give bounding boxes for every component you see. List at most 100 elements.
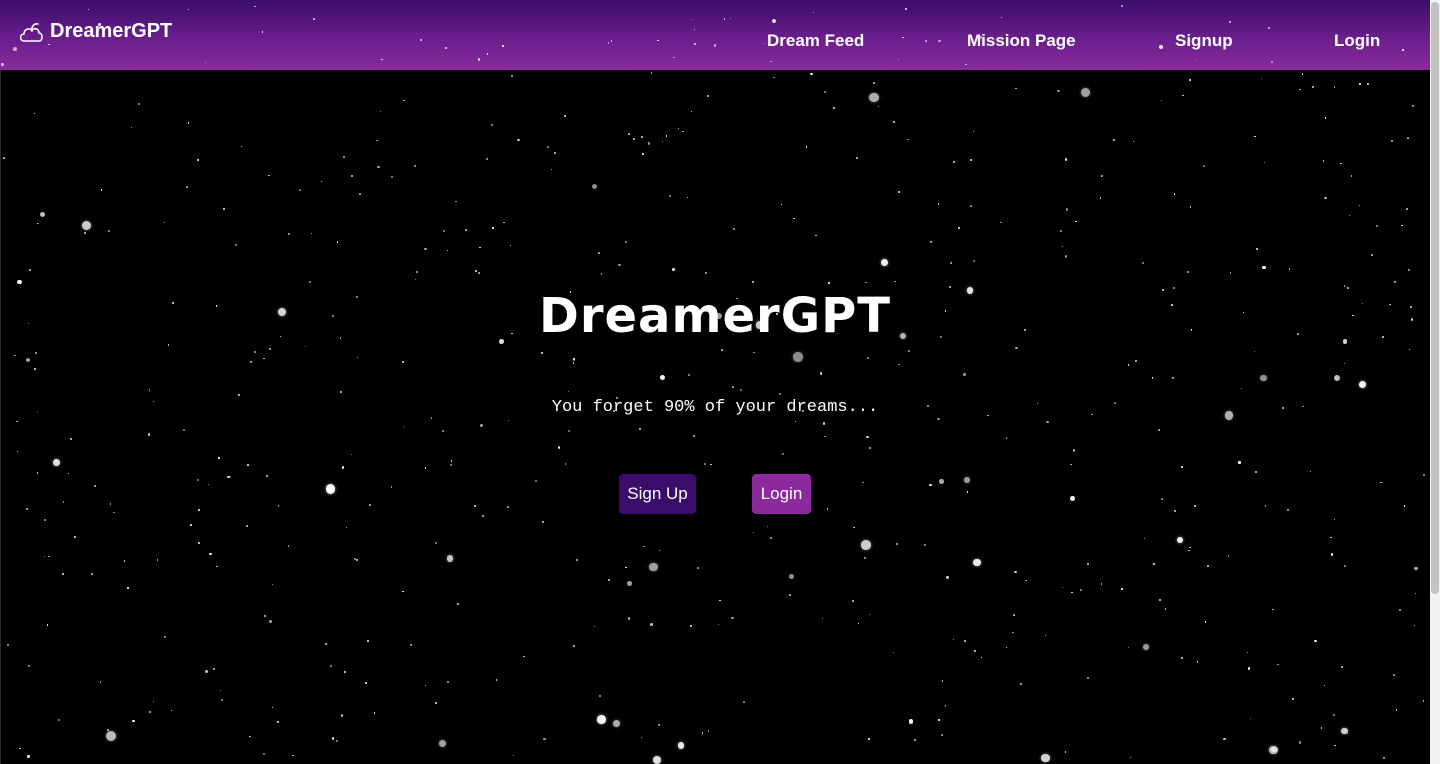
star: [1379, 481, 1382, 484]
star: [167, 344, 170, 346]
star: [970, 158, 973, 161]
vertical-scrollbar[interactable]: [1430, 0, 1440, 764]
star: [344, 671, 347, 674]
star: [557, 445, 560, 448]
star: [1164, 607, 1167, 610]
star: [351, 175, 354, 178]
star: [446, 250, 449, 252]
star: [1323, 684, 1326, 686]
star: [254, 351, 256, 353]
star: [246, 463, 249, 466]
star: [513, 755, 515, 757]
star: [1196, 661, 1199, 663]
star: [1127, 646, 1130, 649]
star: [1000, 221, 1002, 224]
star: [930, 241, 933, 244]
star: [492, 227, 494, 229]
star: [1128, 364, 1130, 366]
star: [1182, 94, 1184, 97]
star: [6, 644, 10, 647]
star: [272, 706, 274, 709]
star: [1406, 207, 1408, 210]
star: [1060, 230, 1062, 232]
star: [26, 508, 28, 510]
star: [196, 479, 200, 482]
star: [633, 138, 635, 140]
star: [693, 435, 696, 438]
star: [311, 232, 313, 235]
star: [62, 573, 65, 576]
star: [625, 566, 627, 569]
star: [823, 91, 826, 94]
star: [1301, 72, 1304, 75]
nav-login[interactable]: Login: [1334, 31, 1380, 51]
star: [1203, 165, 1205, 168]
star: [1070, 496, 1075, 501]
signup-button[interactable]: Sign Up: [619, 474, 696, 514]
star: [107, 229, 110, 233]
login-button[interactable]: Login: [752, 474, 811, 514]
star: [1334, 744, 1336, 747]
star: [1392, 673, 1395, 676]
star: [148, 389, 151, 392]
star: [1173, 509, 1176, 512]
star: [814, 234, 817, 237]
star: [701, 732, 704, 735]
star: [1207, 565, 1209, 567]
star: [123, 560, 126, 562]
star: [364, 682, 367, 685]
star: [339, 390, 342, 393]
star: [276, 720, 279, 723]
star: [1087, 563, 1090, 565]
nav-mission-page[interactable]: Mission Page: [967, 31, 1076, 51]
star: [770, 60, 772, 63]
starfield-background: [0, 0, 1430, 764]
star: [1065, 208, 1068, 211]
star: [534, 479, 537, 482]
star: [1181, 466, 1184, 469]
star: [94, 485, 97, 488]
star: [209, 552, 212, 555]
star: [367, 640, 370, 642]
star: [1414, 566, 1419, 571]
star: [1399, 608, 1402, 611]
star: [1141, 262, 1144, 264]
star: [1065, 158, 1068, 161]
star: [1320, 727, 1323, 729]
star: [105, 730, 116, 741]
star: [963, 476, 970, 483]
star: [341, 466, 344, 469]
star: [474, 505, 477, 507]
star: [1375, 224, 1378, 227]
star: [867, 357, 869, 359]
star: [325, 484, 336, 494]
star: [937, 418, 940, 421]
nav-dream-feed[interactable]: Dream Feed: [767, 31, 864, 51]
star: [308, 281, 311, 284]
scrollbar-thumb[interactable]: [1431, 2, 1439, 594]
star: [1333, 86, 1336, 89]
star: [853, 526, 855, 528]
star: [826, 508, 829, 511]
star: [478, 271, 481, 274]
star: [766, 525, 769, 528]
star: [1044, 635, 1047, 637]
star: [447, 681, 450, 684]
star: [1271, 746, 1278, 753]
star: [509, 244, 512, 247]
star: [573, 362, 575, 364]
star: [873, 82, 875, 84]
star: [1189, 546, 1191, 549]
star: [70, 438, 72, 441]
star: [649, 563, 658, 572]
nav-signup[interactable]: Signup: [1175, 31, 1233, 51]
star: [425, 685, 427, 687]
star: [880, 259, 888, 267]
star: [1351, 175, 1353, 177]
star: [218, 457, 220, 459]
star: [187, 122, 190, 124]
star: [677, 127, 680, 130]
star: [1359, 83, 1361, 85]
star: [268, 347, 271, 350]
star: [1015, 87, 1017, 90]
